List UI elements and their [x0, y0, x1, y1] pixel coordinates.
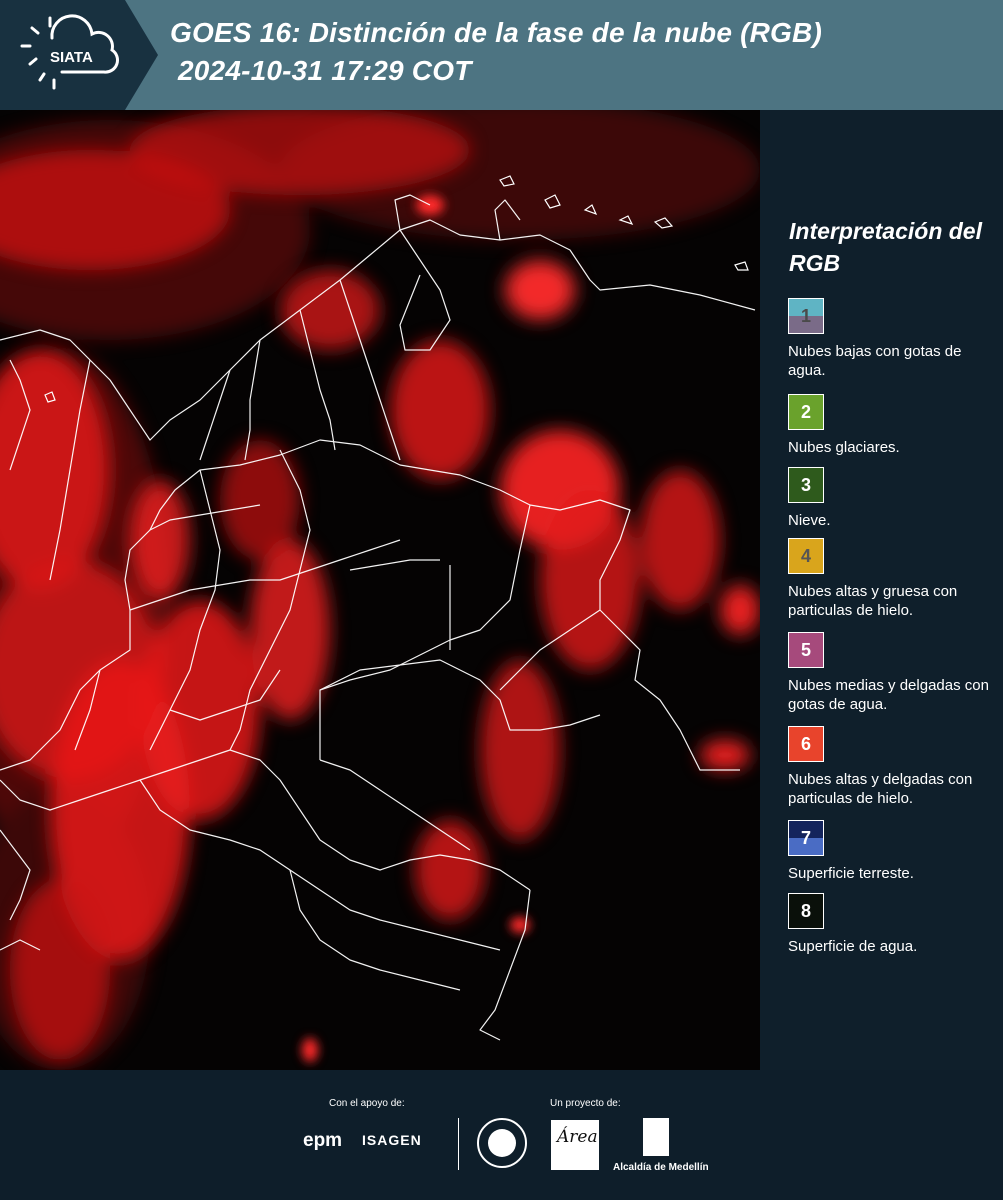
epm-logo: epm: [303, 1130, 343, 1151]
legend-item-3: 3 Nieve.: [788, 467, 998, 530]
title-line-1: GOES 16: Distinción de la fase de la nub…: [170, 17, 822, 48]
header-bar: SIATA GOES 16: Distinción de la fase de …: [0, 0, 1003, 110]
legend-number-7: 7: [800, 828, 811, 848]
area-metropolitana-logo: Área: [551, 1120, 599, 1170]
legend-item-5: 5 Nubes medias y delgadas con gotas de a…: [788, 632, 998, 714]
area-logo-text: Área: [557, 1127, 598, 1147]
legend-title: Interpretación del RGB: [789, 218, 982, 276]
isagen-logo: ISAGEN: [362, 1132, 422, 1148]
legend-swatch-4: 4: [788, 538, 824, 574]
legend-label-1: Nubes bajas con gotas de agua.: [788, 343, 962, 379]
siata-logo-text: SIATA: [50, 49, 93, 66]
legend-swatch-5: 5: [788, 632, 824, 668]
legend-number-2: 2: [800, 402, 811, 422]
legend-item-6: 6 Nubes altas y delgadas con particulas …: [788, 726, 998, 808]
legend-label-5: Nubes medias y delgadas con gotas de agu…: [788, 677, 989, 713]
legend-item-7: 7 Superficie terreste.: [788, 820, 998, 883]
legend-item-4: 4 Nubes altas y gruesa con particulas de…: [788, 538, 998, 620]
support-label: Con el apoyo de:: [329, 1098, 405, 1109]
legend-label-4: Nubes altas y gruesa con particulas de h…: [788, 583, 958, 619]
page-title: GOES 16: Distinción de la fase de la nub…: [170, 14, 822, 90]
satellite-map: [0, 110, 760, 1070]
alcaldia-shield-icon: [643, 1118, 669, 1156]
legend-number-6: 6: [800, 734, 811, 754]
legend-swatch-8: 8: [788, 893, 824, 929]
legend-item-8: 8 Superficie de agua.: [788, 893, 998, 956]
footer-divider: [458, 1118, 459, 1170]
legend-number-4: 4: [800, 546, 811, 566]
legend-number-3: 3: [800, 475, 811, 495]
legend-item-2: 2 Nubes glaciares.: [788, 394, 998, 457]
legend-label-7: Superficie terreste.: [788, 865, 914, 882]
legend-swatch-2: 2: [788, 394, 824, 430]
legend-label-6: Nubes altas y delgadas con particulas de…: [788, 771, 973, 807]
siata-logo: SIATA: [0, 0, 160, 110]
municipal-emblem-logo: [477, 1118, 527, 1168]
footer: Con el apoyo de: epm ISAGEN Un proyecto …: [0, 1070, 1003, 1200]
legend-swatch-1: 1: [788, 298, 824, 334]
legend-swatch-3: 3: [788, 467, 824, 503]
legend-label-3: Nieve.: [788, 512, 831, 529]
legend-swatch-7: 7: [788, 820, 824, 856]
legend-panel: Interpretación del RGB 1 Nubes bajas con…: [760, 110, 1003, 1070]
legend-item-1: 1 Nubes bajas con gotas de agua.: [788, 298, 998, 380]
project-label: Un proyecto de:: [550, 1098, 621, 1109]
alcaldia-logo-text: Alcaldía de Medellín: [613, 1162, 709, 1173]
satellite-rgb-image: [0, 110, 760, 1070]
legend-swatch-6: 6: [788, 726, 824, 762]
title-line-2: 2024-10-31 17:29 COT: [178, 55, 472, 86]
legend-number-1: 1: [800, 306, 811, 326]
legend-number-8: 8: [800, 901, 811, 921]
legend-label-8: Superficie de agua.: [788, 938, 918, 955]
legend-number-5: 5: [800, 640, 811, 660]
legend-label-2: Nubes glaciares.: [788, 439, 900, 456]
